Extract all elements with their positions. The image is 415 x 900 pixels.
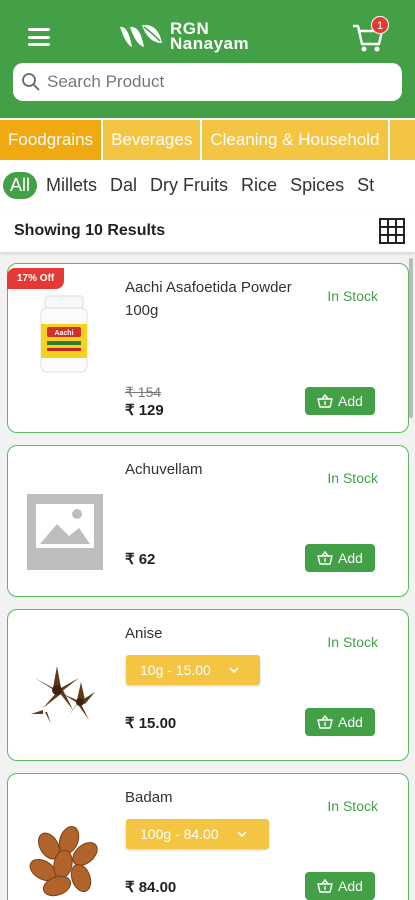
variant-select[interactable]: 10g - 15.00	[126, 655, 260, 685]
subtab-st[interactable]: St	[353, 175, 378, 196]
add-button[interactable]: Add	[305, 544, 375, 572]
basket-icon	[317, 394, 333, 408]
basket-icon	[317, 879, 333, 893]
tab-foodgrains[interactable]: Foodgrains	[0, 120, 104, 160]
subcategory-tabs: All Millets Dal Dry Fruits Rice Spices S…	[0, 160, 415, 210]
sale-price: ₹ 129	[125, 402, 164, 419]
stock-status: In Stock	[327, 634, 378, 650]
product-name[interactable]: Badam	[125, 786, 310, 809]
product-name[interactable]: Anise	[125, 622, 310, 645]
add-button[interactable]: Add	[305, 872, 375, 900]
product-list[interactable]: 17% Off Aachi Aachi Asafoetida Powder 10…	[0, 258, 415, 900]
mrp-price: ₹ 154	[125, 384, 162, 400]
subtab-millets[interactable]: Millets	[42, 175, 101, 196]
cart-button[interactable]: 1	[351, 16, 389, 54]
add-label: Add	[338, 714, 363, 730]
add-button[interactable]: Add	[305, 708, 375, 736]
chevron-down-icon	[229, 667, 239, 673]
results-bar: Showing 10 Results	[0, 210, 415, 252]
placeholder-image-icon	[27, 494, 103, 570]
almonds-image	[29, 825, 98, 897]
category-tabs: Foodgrains Beverages Cleaning & Househol…	[0, 120, 415, 160]
product-name[interactable]: Aachi Asafoetida Powder 100g	[125, 276, 310, 322]
stock-status: In Stock	[327, 288, 378, 304]
search-input[interactable]	[47, 72, 367, 92]
chevron-down-icon	[237, 831, 247, 837]
scrollbar[interactable]	[409, 258, 413, 418]
subtab-rice[interactable]: Rice	[237, 175, 281, 196]
brand-line2: Nanayam	[170, 34, 250, 53]
asafoetida-jar-image: Aachi	[40, 295, 88, 373]
subtab-spices[interactable]: Spices	[286, 175, 348, 196]
results-count: Showing 10 Results	[14, 222, 166, 239]
add-button[interactable]: Add	[305, 387, 375, 415]
sale-price: ₹ 15.00	[125, 715, 177, 732]
brand-name: RGN Nanayam	[170, 20, 250, 53]
discount-badge: 17% Off	[7, 268, 65, 289]
stock-status: In Stock	[327, 470, 378, 486]
app-screen: RGN Nanayam 1 Foodgrains Beverages Clean…	[0, 0, 415, 900]
search-bar[interactable]	[13, 63, 402, 101]
menu-icon[interactable]	[28, 28, 50, 46]
product-name[interactable]: Achuvellam	[125, 458, 310, 481]
product-card[interactable]: Achuvellam In Stock ₹ 62 Add	[7, 445, 409, 597]
subtab-dry-fruits[interactable]: Dry Fruits	[146, 175, 232, 196]
search-icon	[22, 73, 40, 91]
cart-count-badge: 1	[371, 16, 389, 34]
subtab-dal[interactable]: Dal	[106, 175, 141, 196]
tab-beverages[interactable]: Beverages	[103, 120, 203, 160]
variant-select[interactable]: 100g - 84.00	[126, 819, 269, 849]
variant-value: 10g - 15.00	[140, 662, 211, 678]
sale-price: ₹ 84.00	[125, 879, 177, 896]
leaf-logo-icon	[120, 24, 162, 47]
grid-view-icon[interactable]	[379, 218, 405, 244]
product-card[interactable]: Anise In Stock 10g - 15.00 ₹ 15.00 Add	[7, 609, 409, 761]
sale-price: ₹ 62	[125, 551, 156, 568]
variant-value: 100g - 84.00	[140, 826, 219, 842]
app-header: RGN Nanayam 1	[0, 0, 415, 118]
add-label: Add	[338, 550, 363, 566]
basket-icon	[317, 715, 333, 729]
brand-logo: RGN Nanayam	[118, 20, 249, 52]
add-label: Add	[338, 393, 363, 409]
add-label: Add	[338, 878, 363, 894]
product-card[interactable]: 17% Off Aachi Aachi Asafoetida Powder 10…	[7, 263, 409, 433]
star-anise-image	[31, 666, 95, 724]
product-card[interactable]: Badam In Stock 100g - 84.00 ₹ 84.00 Add	[7, 773, 409, 900]
basket-icon	[317, 551, 333, 565]
svg-text:Aachi: Aachi	[54, 330, 73, 337]
tab-cleaning-household[interactable]: Cleaning & Household	[202, 120, 390, 160]
stock-status: In Stock	[327, 798, 378, 814]
subtab-all[interactable]: All	[3, 171, 38, 199]
